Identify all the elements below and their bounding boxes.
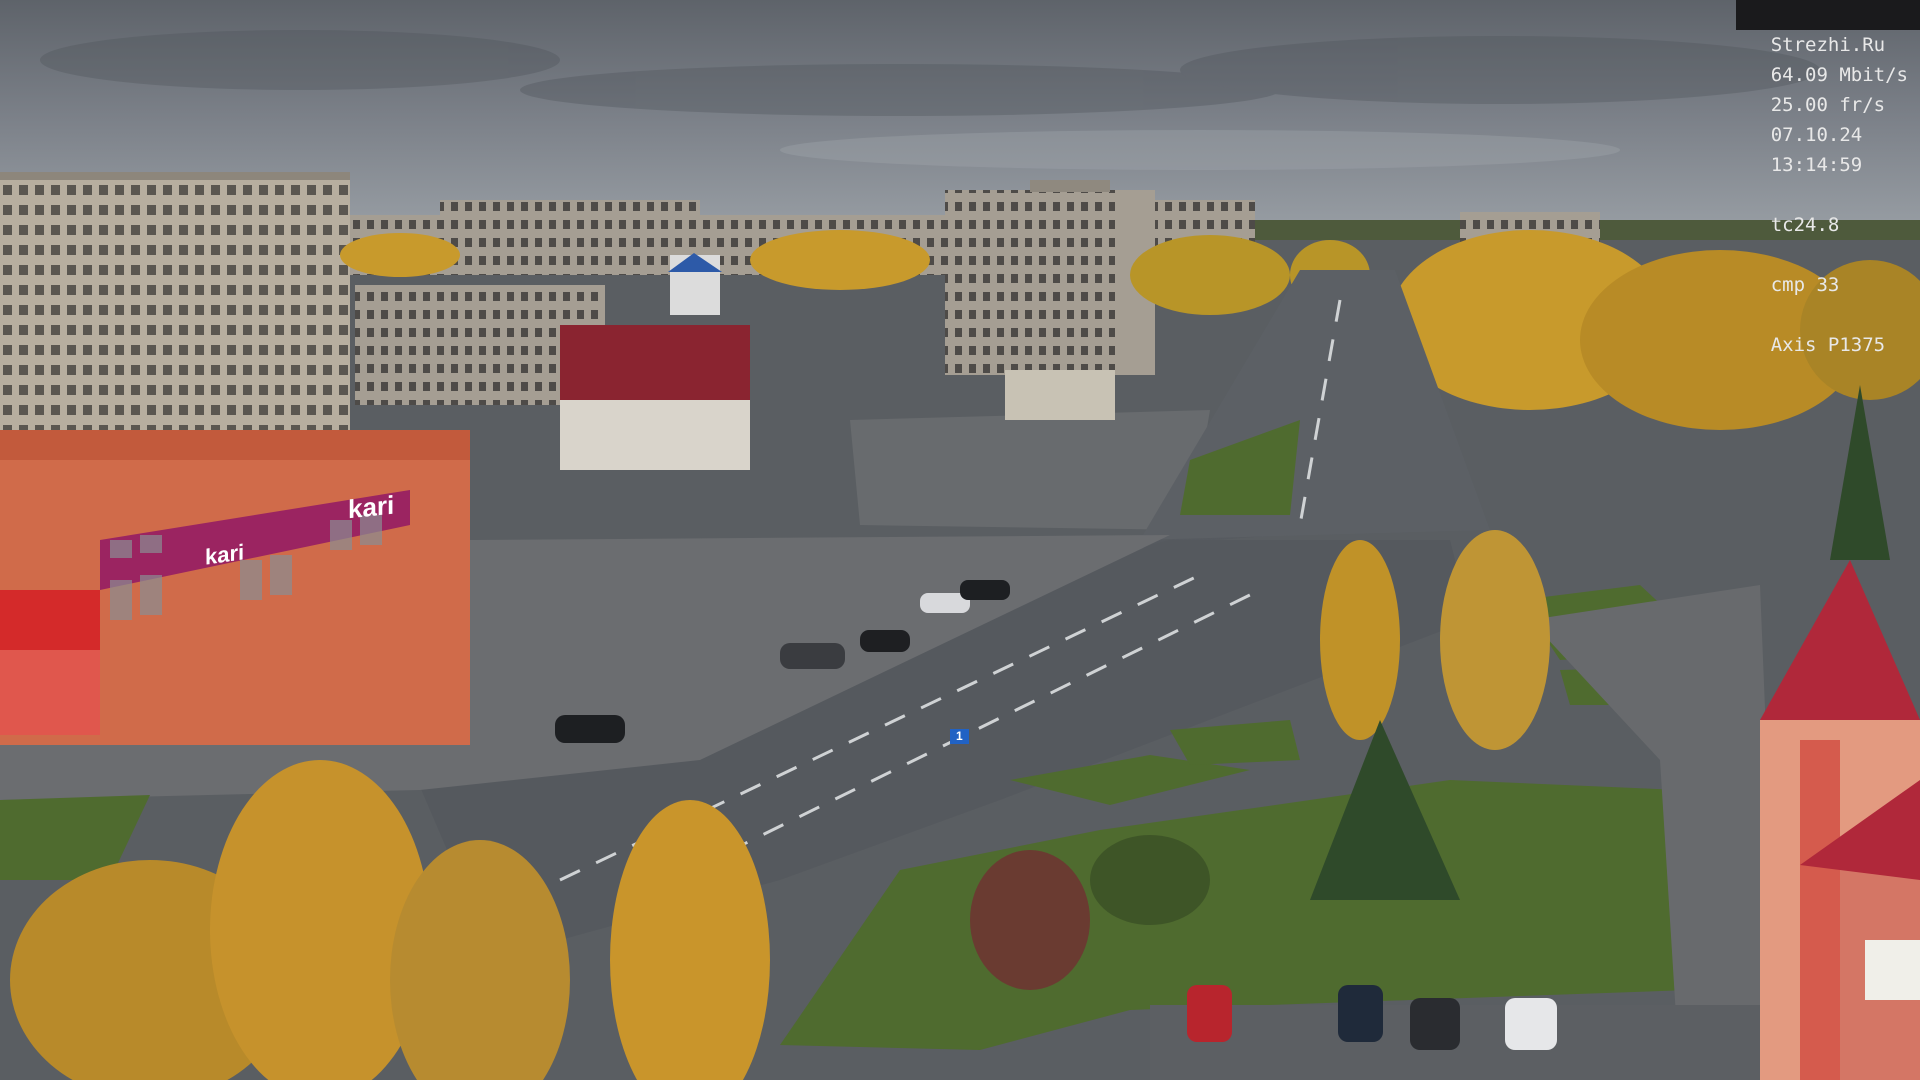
camera-scene [0,0,1920,1080]
osd-time: 13:14:59 [1770,154,1863,176]
osd-camera-model: Axis P1375 [1770,334,1886,356]
road-sign: 1 [950,729,969,744]
osd-cmp: cmp 33 [1770,274,1840,296]
osd-bitrate: 64.09 Mbit/s [1770,64,1908,86]
camera-osd-bar: Strezhi.Ru 64.09 Mbit/s 25.00 fr/s 07.10… [1735,0,1920,356]
tall-tower [945,180,1155,375]
osd-tc: tc24.8 [1770,214,1840,236]
store-logo-sign-small: kari [205,539,245,570]
osd-date: 07.10.24 [1770,124,1863,146]
osd-framerate: 25.00 fr/s [1770,94,1886,116]
osd-site: Strezhi.Ru [1770,34,1886,56]
store-logo-sign: kari [348,489,395,525]
small-building [1005,370,1115,420]
kari-store-building [0,430,470,745]
parking-lot [850,410,1210,530]
